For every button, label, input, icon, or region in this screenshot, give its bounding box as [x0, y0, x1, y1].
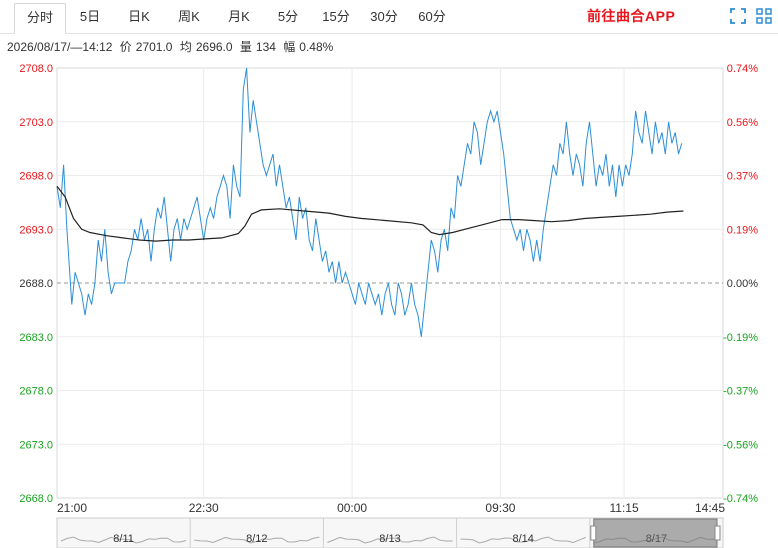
info-price-label: 价	[119, 40, 132, 54]
expand-icon[interactable]	[729, 7, 747, 25]
x-tick-label: 09:30	[485, 501, 515, 515]
tab-15min[interactable]: 15分	[318, 3, 354, 31]
y-tick-label: 2678.0	[19, 386, 53, 398]
y-tick-label: 2693.0	[19, 224, 53, 236]
info-volume-value: 134	[255, 40, 276, 54]
y-tick-label: 2708.0	[19, 63, 53, 75]
navigator-date-label: 8/12	[246, 533, 267, 545]
intraday-chart[interactable]: 2708.0 0.74% 2703.0 0.56% 2698.0 0.37% 2693.0 0…	[0, 60, 778, 548]
navigator-date-label: 8/11	[113, 533, 134, 545]
tab-60min[interactable]: 60分	[414, 3, 450, 31]
y-pct-label: -0.56%	[723, 439, 758, 451]
info-datetime: 2026/08/17/—14:12	[7, 40, 113, 54]
tab-30min[interactable]: 30分	[366, 3, 402, 31]
tab-5day[interactable]: 5日	[74, 3, 106, 31]
tab-intraday[interactable]: 分时	[14, 3, 66, 34]
grid-icon[interactable]	[755, 7, 773, 25]
y-pct-label: 0.00%	[727, 278, 758, 290]
open-app-link[interactable]: 前往曲合APP	[587, 6, 675, 26]
y-tick-label: 2688.0	[19, 278, 53, 290]
y-pct-label: 0.19%	[727, 224, 758, 236]
navigator-handle-right[interactable]	[714, 525, 721, 541]
y-tick-label: 2683.0	[19, 332, 53, 344]
period-tabs: 分时 5日 日K 周K 月K 5分 15分 30分 60分 前往曲合APP	[0, 0, 778, 34]
x-tick-label: 00:00	[337, 501, 367, 515]
navigator-date-label: 8/13	[379, 533, 400, 545]
average-line	[56, 185, 684, 242]
info-change-label: 幅	[283, 40, 296, 54]
tab-monthly-k[interactable]: 月K	[222, 3, 256, 31]
y-tick-label: 2698.0	[19, 171, 53, 183]
y-pct-label: -0.19%	[723, 332, 758, 344]
info-volume-label: 量	[239, 40, 252, 54]
x-tick-label: 11:15	[610, 501, 639, 515]
x-tick-label: 14:45	[695, 501, 725, 515]
y-tick-label: 2673.0	[19, 439, 53, 451]
y-pct-label: 0.37%	[727, 171, 758, 183]
info-avg-value: 2696.0	[195, 40, 233, 54]
y-pct-label: -0.37%	[723, 386, 758, 398]
quote-info-bar: 2026/08/17/—14:12 价 2701.0 均 2696.0 量 134 幅…	[7, 38, 337, 55]
y-pct-label: -0.74%	[723, 493, 758, 505]
y-pct-label: 0.56%	[727, 117, 758, 129]
y-tick-label: 2703.0	[19, 117, 53, 129]
x-tick-label: 21:00	[57, 501, 87, 515]
price-line	[56, 67, 683, 337]
tab-daily-k[interactable]: 日K	[122, 3, 156, 31]
navigator-date-label: 8/14	[512, 533, 533, 545]
info-price-value: 2701.0	[135, 40, 173, 54]
tab-weekly-k[interactable]: 周K	[172, 3, 206, 31]
info-change-value: 0.48%	[299, 40, 334, 54]
info-avg-label: 均	[179, 40, 192, 54]
y-pct-label: 0.74%	[727, 63, 758, 75]
y-tick-label: 2668.0	[19, 493, 53, 505]
x-tick-label: 22:30	[189, 501, 219, 515]
tab-5min[interactable]: 5分	[272, 3, 304, 31]
navigator-handle-left[interactable]	[590, 525, 597, 541]
navigator-selection[interactable]	[593, 518, 718, 548]
